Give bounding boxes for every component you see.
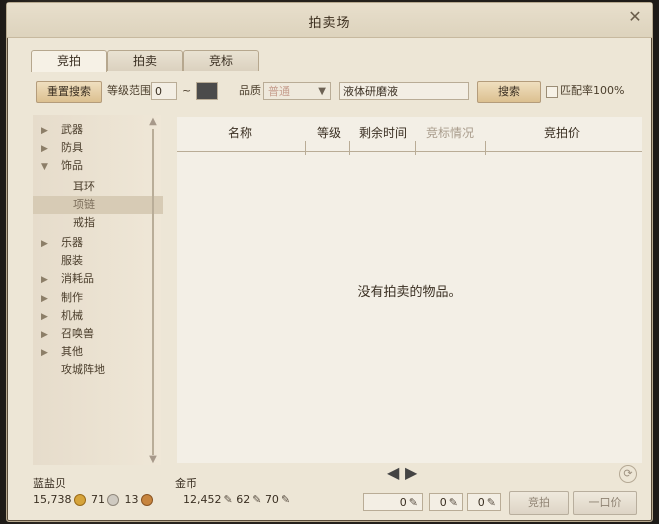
category-machine[interactable]: ▶ 机械	[33, 307, 153, 325]
category-weapon[interactable]: ▶ 武器	[33, 121, 153, 139]
column-divider	[415, 141, 416, 155]
column-divider	[305, 141, 306, 155]
category-instrument[interactable]: ▶ 乐器	[33, 234, 153, 252]
gold-pen-icon: ✎	[223, 493, 233, 506]
category-armor[interactable]: ▶ 防具	[33, 139, 153, 157]
category-consumable[interactable]: ▶ 消耗品	[33, 270, 153, 288]
header-underline	[177, 151, 642, 152]
bid-gold-input[interactable]: 0 ✎	[363, 493, 423, 511]
level-max-input[interactable]	[196, 82, 218, 100]
quality-value: 普通	[268, 85, 290, 98]
level-separator: ~	[182, 84, 192, 97]
item-search-input[interactable]: 液体研磨液	[339, 82, 469, 100]
silver-coin-icon	[107, 494, 119, 506]
level-min-input[interactable]: 0	[151, 82, 177, 100]
quality-label: 品质	[239, 84, 261, 97]
window-title: 拍卖场	[308, 16, 351, 31]
results-table: 名称 等级 剩余时间 竞标情况 竞拍价 没有拍卖的物品。	[177, 117, 642, 463]
category-other[interactable]: ▶ 其他	[33, 343, 153, 361]
category-siege[interactable]: 攻城阵地	[33, 361, 181, 379]
expand-triangle-icon: ▶	[41, 144, 48, 154]
footer: 蓝盐贝 15,738 71 13 金币 12,452 ✎ 62 ✎ 70 ✎ ◀ ▶ …	[31, 463, 641, 519]
expand-triangle-icon: ▶	[41, 126, 48, 136]
category-summon[interactable]: ▶ 召唤兽	[33, 325, 153, 343]
refresh-icon[interactable]: ⟳	[619, 465, 637, 483]
gold-coin-icon	[73, 494, 86, 506]
column-divider	[349, 141, 350, 155]
empty-message: 没有拍卖的物品。	[357, 285, 462, 300]
expand-triangle-icon: ▶	[41, 275, 48, 285]
category-earring[interactable]: 耳环	[33, 178, 193, 196]
category-scrollbar[interactable]: ▲ ▼	[148, 117, 158, 465]
blue-shell-balance: 15,738 71 13	[33, 493, 155, 506]
copper-pen-icon: ✎	[280, 493, 291, 506]
expand-triangle-icon: ▶	[41, 294, 48, 304]
bid-button[interactable]: 竞拍	[509, 491, 569, 515]
blue-shell-label: 蓝盐贝	[33, 477, 66, 490]
category-accessory[interactable]: ▼ 饰品	[33, 157, 153, 175]
search-button[interactable]: 搜索	[477, 81, 541, 103]
category-costume[interactable]: 服装	[33, 252, 181, 270]
close-icon[interactable]: ✕	[626, 8, 644, 26]
expand-triangle-icon: ▶	[41, 330, 48, 340]
match-rate-checkbox[interactable]	[546, 86, 558, 98]
expand-triangle-icon: ▶	[41, 239, 48, 249]
collapse-triangle-icon: ▼	[41, 162, 48, 172]
scroll-up-icon[interactable]: ▲	[148, 117, 158, 127]
expand-triangle-icon: ▶	[41, 348, 48, 358]
gold-label: 金币	[175, 477, 197, 490]
scroll-track[interactable]	[152, 129, 154, 455]
title-bar: 拍卖场 ✕	[7, 3, 652, 38]
header-bid-price[interactable]: 竞拍价	[522, 124, 602, 141]
bid-copper-input[interactable]: 0 ✎	[467, 493, 501, 511]
header-bid-status[interactable]: 竞标情况	[417, 124, 483, 141]
tab-bid[interactable]: 竞拍	[31, 50, 107, 72]
column-divider	[485, 141, 486, 155]
category-ring[interactable]: 戒指	[33, 214, 193, 232]
pen-icon: ✎	[448, 496, 458, 509]
category-tree: ▶ 武器 ▶ 防具 ▼ 饰品 耳环 项链 戒指 ▶ 乐器 服装 ▶ 消耗品 ▶ 制作 ▶ 机械…	[33, 115, 163, 465]
expand-triangle-icon: ▶	[41, 312, 48, 322]
pen-icon: ✎	[486, 496, 496, 509]
copper-coin-icon	[140, 494, 153, 506]
match-rate-label: 匹配率100%	[560, 84, 625, 97]
next-page-icon[interactable]: ▶	[405, 463, 417, 482]
tab-sell[interactable]: 拍卖	[107, 50, 183, 71]
tab-tender[interactable]: 竞标	[183, 50, 259, 71]
header-time-left[interactable]: 剩余时间	[353, 124, 413, 141]
header-name[interactable]: 名称	[205, 124, 275, 141]
category-crafting[interactable]: ▶ 制作	[33, 289, 153, 307]
chevron-down-icon: ▼	[318, 86, 326, 97]
quality-dropdown[interactable]: 普通 ▼	[263, 82, 331, 100]
gold-balance: 12,452 ✎ 62 ✎ 70 ✎	[183, 493, 291, 506]
silver-pen-icon: ✎	[252, 493, 262, 506]
pen-icon: ✎	[408, 496, 418, 509]
category-necklace[interactable]: 项链	[33, 196, 163, 214]
search-toolbar: 重置搜索 等级范围 0 ~ 品质 普通 ▼ 液体研磨液 搜索 匹配率100%	[31, 77, 631, 107]
bid-silver-input[interactable]: 0 ✎	[429, 493, 463, 511]
reset-search-button[interactable]: 重置搜索	[36, 81, 102, 103]
auction-window: 拍卖场 ✕ 竞拍 拍卖 竞标 重置搜索 等级范围 0 ~ 品质 普通 ▼ 液体研…	[6, 2, 653, 522]
prev-page-icon[interactable]: ◀	[387, 463, 399, 482]
header-level[interactable]: 等级	[309, 124, 349, 141]
buyout-button[interactable]: 一口价	[573, 491, 637, 515]
level-range-label: 等级范围	[107, 84, 151, 97]
